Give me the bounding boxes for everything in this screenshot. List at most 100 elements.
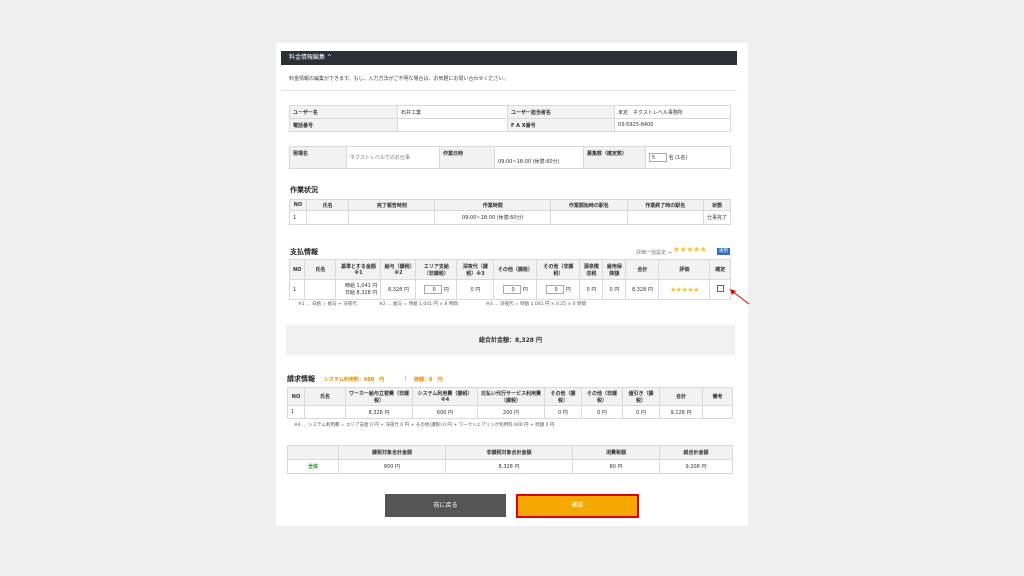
row-remark — [702, 405, 733, 419]
work-status-title: 作業状況 — [290, 186, 318, 194]
col-total: 合計 — [659, 387, 703, 406]
summary-table: 課税対象合計金額 非課税対象合計金額 消費税額 総合計金額 全体 800 円 8… — [287, 445, 733, 474]
bulk-rating-label: 評価一括設定 ⇒ — [636, 250, 672, 256]
payment-note-3: ※3 … 深夜代 = 時給 1,041 円 × 0.25 × 0 時間 — [486, 302, 586, 307]
col-base: 基準とする金額※1 — [335, 259, 382, 280]
confirm-button[interactable]: 確認 — [516, 494, 639, 518]
row-status: 仕事完了 — [702, 210, 732, 225]
row-name — [304, 405, 346, 419]
row-area: 0 円 — [415, 279, 458, 300]
col-system: システム利用費（課税）※4 — [412, 387, 478, 406]
billing-note: ※4 … システム利用費 = エリア支給 0 円 + 深夜代 0 円 + その他… — [294, 423, 555, 428]
site-info-table: 現場名 ネクストレベルでのお仕事 作業日時 09:00~18:00 (休憩:60… — [289, 146, 731, 169]
col-status: 状態 — [702, 199, 732, 211]
col-discount: 値引き（課税） — [622, 387, 660, 406]
billing-table: NO 氏名 ワーカー給与立替費（非課税） システム利用費（課税）※4 日払い代行… — [287, 387, 733, 419]
count-cell: 5 名 (1名) — [645, 146, 731, 169]
col-salary: 給与（課税）※2 — [380, 259, 417, 280]
bulk-rating-stars[interactable]: ★★★★★ — [673, 245, 707, 254]
phone-value — [397, 118, 508, 132]
phone-label: 電話番号 — [289, 118, 398, 132]
row-insurance: 0 円 — [602, 279, 627, 300]
payment-note-2: ※2 … 給与 = 時給 1,041 円 × 8 時間 — [379, 302, 458, 307]
col-remark: 備考 — [702, 387, 733, 406]
system-fee: システム利用料：600 円 — [324, 377, 385, 383]
user-name-value: 石井工業 — [397, 105, 508, 119]
section-header[interactable]: 料金情報編集 ^ — [281, 51, 737, 65]
table-row: 1 8,328 円 600 円 200 円 0 円 0 円 0 円 9,128 … — [287, 405, 733, 419]
user-info-table: ユーザー名 石井工業 ユーザー担当者名 未定 ネクストレベル事務所 電話番号 F… — [289, 105, 731, 132]
grand-total: 総合計金額：8,328 円 — [478, 337, 543, 344]
col-worker: ワーカー給与立替費（非課税） — [345, 387, 413, 406]
row-base: 時給 1,041 円 日給 8,328 円 — [335, 279, 382, 300]
col-night: 深夜代（課税）※3 — [456, 259, 495, 280]
col-start-station: 作業開始時の駅名 — [550, 199, 628, 211]
row-nontaxable: 8,328 円 — [445, 459, 573, 474]
row-salary: 8,328 円 — [380, 279, 417, 300]
rating-stars[interactable]: ★★★★★ — [670, 286, 699, 294]
row-other-tax: 0 円 — [544, 405, 582, 419]
table-row: 1 09:00~18:00 (休憩:60分) 仕事完了 — [289, 210, 732, 225]
col-blank — [287, 445, 339, 460]
col-tax: 消費税額 — [572, 445, 660, 460]
sag-amount: 捺額：0 円 — [414, 377, 443, 383]
row-taxable: 800 円 — [338, 459, 446, 474]
row-system: 600 円 — [412, 405, 478, 419]
col-grand-total: 総合計金額 — [659, 445, 733, 460]
col-total: 合計 — [625, 259, 660, 280]
row-no: 1 — [287, 405, 305, 419]
row-reported — [348, 210, 436, 225]
col-reported: 完了報告時刻 — [348, 199, 436, 211]
row-rating: ★★★★★ — [658, 279, 711, 300]
row-withholding: 0 円 — [579, 279, 604, 300]
col-name: 氏名 — [305, 199, 350, 211]
base-daily: 日給 8,328 円 — [344, 289, 378, 296]
col-end-station: 作業終了時の駅名 — [626, 199, 704, 211]
col-withholding: 源泉徴収税 — [579, 259, 604, 280]
col-area: エリア支給（非課税） — [415, 259, 458, 280]
other-tax-input[interactable]: 0 — [503, 285, 522, 294]
row-name — [305, 210, 350, 225]
other-notax-unit: 円 — [565, 287, 571, 293]
work-status-table: NO 氏名 完了報告時刻 作業時間 作業開始時の駅名 作業終了時の駅名 状態 1… — [289, 199, 732, 225]
payment-table: NO 氏名 基準とする金額※1 給与（課税）※2 エリア支給（非課税） 深夜代（… — [288, 259, 731, 300]
col-rating: 評価 — [658, 259, 711, 280]
col-other-tax: その他（課税） — [544, 387, 582, 406]
row-tax: 80 円 — [572, 459, 660, 474]
other-notax-input[interactable]: 0 — [546, 285, 565, 294]
col-name: 氏名 — [304, 387, 346, 406]
user-name-label: ユーザー名 — [289, 105, 398, 119]
page-description: 料金情報の編集ができます。もし、入力方法がご不明な場合は、お気軽にお問い合わせく… — [289, 76, 509, 82]
col-no: NO — [289, 199, 307, 211]
row-name — [304, 279, 337, 300]
table-row: 全体 800 円 8,328 円 80 円 9,208 円 — [287, 459, 733, 474]
billing-separator: | — [405, 376, 407, 382]
row-start — [550, 210, 628, 225]
other-tax-unit: 円 — [522, 287, 528, 293]
contact-label: ユーザー担当者名 — [507, 105, 615, 119]
count-unit: 名 (1名) — [668, 155, 688, 161]
payment-title: 支払情報 — [290, 248, 318, 256]
apply-button[interactable]: 適用 — [717, 248, 730, 255]
site-value: ネクストレベルでのお仕事 — [346, 146, 440, 169]
base-hourly: 時給 1,041 円 — [344, 282, 378, 289]
col-time: 作業時間 — [434, 199, 552, 211]
payment-note-1: ※1 … 日給 = 給与 + 深夜代 — [298, 302, 357, 307]
col-name: 氏名 — [304, 259, 337, 280]
area-input[interactable]: 0 — [424, 285, 443, 294]
row-total: 9,208 円 — [659, 459, 733, 474]
back-button[interactable]: 前に戻る — [385, 494, 506, 517]
row-worker: 8,328 円 — [345, 405, 413, 419]
row-time: 09:00~18:00 (休憩:60分) — [434, 210, 552, 225]
count-input[interactable]: 5 — [649, 153, 667, 162]
row-discount: 0 円 — [622, 405, 660, 419]
row-no: 1 — [288, 279, 306, 300]
date-label: 作業日時 — [439, 146, 495, 169]
col-other-tax: その他（課税） — [493, 259, 538, 280]
col-confirm: 確定 — [709, 259, 731, 280]
fax-value: 03-5925-8400 — [614, 118, 731, 132]
col-insurance: 雇用保険額 — [602, 259, 627, 280]
site-label: 現場名 — [289, 146, 347, 169]
confirm-checkbox[interactable] — [716, 285, 724, 292]
col-no: NO — [287, 387, 305, 406]
